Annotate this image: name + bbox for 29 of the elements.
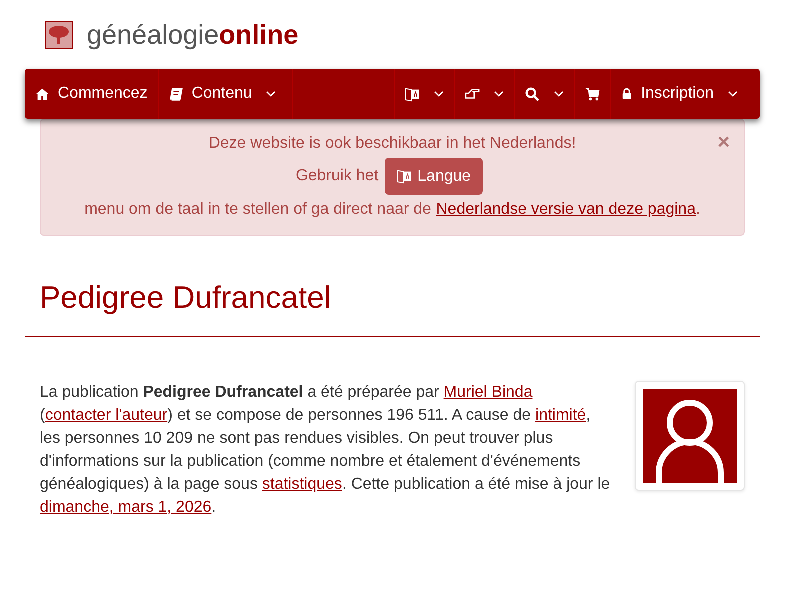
text-link[interactable]: dimanche, mars 1, 2026 bbox=[40, 499, 212, 516]
language-button[interactable]: Langue bbox=[384, 158, 484, 195]
text-link[interactable]: intimité bbox=[536, 407, 586, 424]
translate-icon bbox=[396, 169, 412, 184]
search-icon bbox=[525, 86, 540, 102]
site-logo-text[interactable]: généalogieonline bbox=[87, 20, 299, 50]
page-title: Pedigree Dufrancatel bbox=[40, 280, 332, 316]
dutch-version-link[interactable]: Nederlandse versie van deze pagina bbox=[436, 201, 696, 218]
alert-text: Gebruik het bbox=[296, 168, 379, 185]
alert-text: menu om de taal in te stellen of ga direct naar de bbox=[84, 201, 432, 218]
caret-icon bbox=[266, 91, 276, 97]
caret-icon bbox=[554, 91, 564, 97]
book-icon bbox=[168, 86, 184, 102]
caret-icon bbox=[494, 91, 504, 97]
avatar-icon bbox=[643, 389, 737, 483]
cart-icon bbox=[585, 86, 600, 102]
publication-description: La publication Pedigree Dufrancatel a été préparée par Muriel Binda (contacter l'auteur) et se compose de personnes 196 511. A cause de intimité, les personnes 10 209 ne sont pas rendues visibles. On peut trouver plus d'informations sur la publication (comme nombre et étalement d'événements généalogiques) à la page sous statistiques. Cette publication a été mise à jour le dimanche, mars 1, 2026. bbox=[40, 383, 612, 518]
home-icon bbox=[35, 86, 50, 102]
text-link[interactable]: statistiques bbox=[262, 476, 342, 493]
lock-icon bbox=[621, 88, 634, 100]
translate-icon bbox=[405, 86, 420, 102]
alert-title: Deze website is ook beschikbaar in het Nederlands! bbox=[208, 135, 576, 152]
caret-icon bbox=[434, 91, 444, 97]
tree-logo-icon bbox=[45, 21, 73, 49]
alert-text: Nederlandse versie van deze pagina. bbox=[436, 201, 700, 218]
pointing-hand-icon bbox=[465, 86, 480, 102]
text-link[interactable]: Muriel Binda bbox=[444, 384, 533, 401]
text-link[interactable]: contacter l'auteur bbox=[45, 407, 168, 424]
caret-icon bbox=[728, 91, 738, 97]
